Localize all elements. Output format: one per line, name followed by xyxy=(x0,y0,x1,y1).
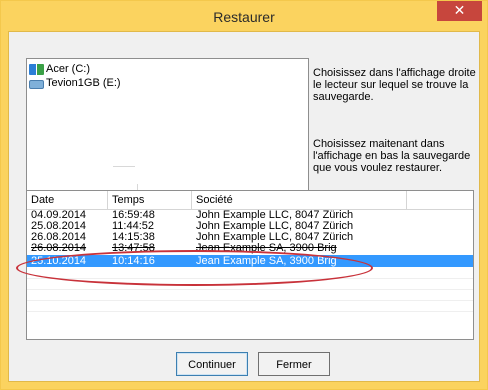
table-row[interactable]: 25.08.2014 11:44:52 John Example LLC, 80… xyxy=(27,221,473,232)
column-header-empty[interactable] xyxy=(407,191,473,209)
title-bar[interactable]: Restaurer ✕ xyxy=(1,1,487,32)
list-header: Date Temps Société xyxy=(27,191,473,210)
cell-time: 14:15:38 xyxy=(112,232,155,243)
close-button[interactable]: Fermer xyxy=(258,352,330,376)
drive-item-e[interactable]: Tevion1GB (E:) xyxy=(29,76,121,90)
continue-button[interactable]: Continuer xyxy=(176,352,248,376)
windows-drive-icon xyxy=(29,63,44,75)
cell-company: Jean Example SA, 3900 Brig xyxy=(196,255,337,267)
cell-date: 26.08.2014 xyxy=(31,243,87,254)
column-header-date[interactable]: Date xyxy=(27,191,108,209)
divider xyxy=(113,166,135,167)
window-title: Restaurer xyxy=(213,9,275,25)
table-row[interactable]: 26.08.2014 13:47:58 Jean Example SA, 390… xyxy=(27,243,473,254)
table-row[interactable]: 04.09.2014 16:59:48 John Example LLC, 80… xyxy=(27,210,473,221)
cell-date: 25.08.2014 xyxy=(31,221,87,232)
row-gridline xyxy=(27,311,473,312)
cell-date: 26.08.2014 xyxy=(31,232,87,243)
cell-company: John Example LLC, 8047 Zürich xyxy=(196,232,354,243)
cell-date: 25.10.2014 xyxy=(31,255,87,267)
instruction-drive: Choisissez dans l'affichage droite le le… xyxy=(313,67,476,103)
instruction-backup: Choisissez maitenant dans l'affichage en… xyxy=(313,138,471,174)
cell-company: John Example LLC, 8047 Zürich xyxy=(196,210,354,221)
cell-company: Jean Example SA, 3900 Brig xyxy=(196,243,337,254)
row-gridline xyxy=(27,278,473,279)
window-close-button[interactable]: ✕ xyxy=(437,1,482,21)
table-row[interactable]: 26.08.2014 14:15:38 John Example LLC, 80… xyxy=(27,232,473,243)
backup-list[interactable]: Date Temps Société 04.09.2014 16:59:48 J… xyxy=(26,190,474,340)
table-row-selected[interactable]: 25.10.2014 10:14:16 Jean Example SA, 390… xyxy=(27,255,473,267)
drive-list[interactable]: Acer (C:) Tevion1GB (E:) xyxy=(26,58,309,209)
drive-label: Tevion1GB (E:) xyxy=(46,77,121,89)
column-header-company[interactable]: Société xyxy=(192,191,407,209)
column-header-time[interactable]: Temps xyxy=(108,191,192,209)
cell-company: John Example LLC, 8047 Zürich xyxy=(196,221,354,232)
cell-time: 13:47:58 xyxy=(112,243,155,254)
cell-time: 11:44:52 xyxy=(112,221,155,232)
cell-date: 04.09.2014 xyxy=(31,210,87,221)
row-gridline xyxy=(27,289,473,290)
cell-time: 16:59:48 xyxy=(112,210,155,221)
cell-time: 10:14:16 xyxy=(112,255,155,267)
drive-item-c[interactable]: Acer (C:) xyxy=(29,62,90,76)
drive-label: Acer (C:) xyxy=(46,63,90,75)
usb-drive-icon xyxy=(29,79,44,89)
row-gridline xyxy=(27,300,473,301)
